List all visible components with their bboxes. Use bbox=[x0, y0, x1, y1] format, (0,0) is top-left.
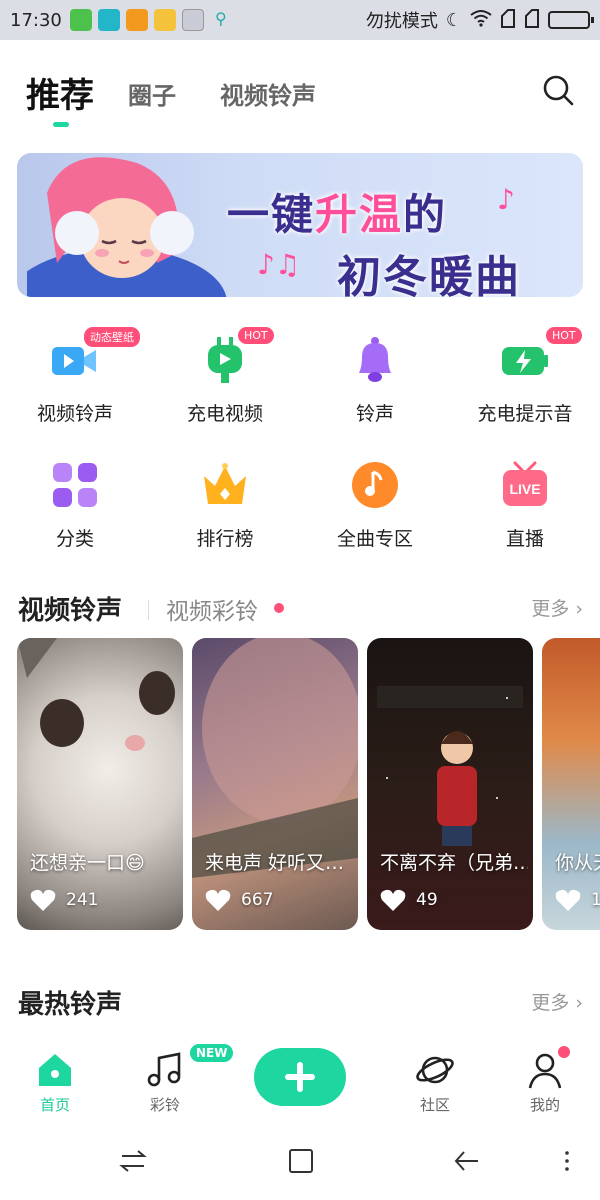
search-icon[interactable] bbox=[540, 72, 576, 108]
dnd-label: 勿扰模式 bbox=[365, 11, 438, 32]
new-badge: NEW bbox=[190, 1044, 234, 1062]
portrait-thumbnail bbox=[192, 638, 358, 878]
heart-icon[interactable] bbox=[380, 888, 406, 912]
battery-bolt-icon bbox=[500, 335, 550, 385]
heart-icon[interactable] bbox=[555, 888, 581, 912]
app-notification-icon bbox=[69, 9, 92, 31]
grid-item-video-ringtone[interactable]: 动态壁纸 视频铃声 bbox=[0, 327, 150, 426]
signal-icon bbox=[500, 8, 516, 33]
grid-item-label: 直播 bbox=[505, 528, 544, 550]
wifi-icon bbox=[470, 9, 492, 32]
video-card-title: 还想亲一口😄 bbox=[30, 852, 145, 874]
banner-headline: 一键升温的 bbox=[227, 190, 448, 239]
tab-circle[interactable]: 圈子 bbox=[128, 76, 176, 111]
grid-item-category[interactable]: 分类 bbox=[0, 460, 150, 551]
grid-item-label: 全曲专区 bbox=[336, 528, 413, 550]
music-note-icon: ♪♫ bbox=[257, 248, 300, 281]
top-navigation: 推荐 圈子 视频铃声 bbox=[0, 60, 600, 130]
banner-illustration bbox=[17, 153, 227, 297]
music-disc-icon bbox=[350, 460, 400, 510]
folder-icon bbox=[153, 9, 176, 31]
grid-item-label: 充电提示音 bbox=[477, 403, 573, 425]
home-square-icon[interactable] bbox=[286, 1146, 316, 1176]
video-ringtone-header: 视频铃声 视频彩铃 更多 › bbox=[18, 590, 583, 630]
grid-item-label: 铃声 bbox=[355, 403, 394, 425]
menu-dots-icon[interactable] bbox=[555, 1146, 585, 1176]
grid-item-full-song[interactable]: 全曲专区 bbox=[300, 460, 450, 551]
video-card[interactable]: 你从天… 1… bbox=[542, 638, 600, 930]
like-count: 1… bbox=[555, 888, 600, 912]
video-card[interactable]: 来电声 好听又… 667 bbox=[192, 638, 358, 930]
section-title[interactable]: 视频铃声 bbox=[18, 590, 122, 627]
section-title: 最热铃声 bbox=[18, 990, 123, 1020]
like-count: 667 bbox=[205, 888, 273, 912]
music-note-icon bbox=[145, 1050, 185, 1090]
system-navigation-bar bbox=[0, 1130, 600, 1200]
tab-video-ringtone[interactable]: 视频铃声 bbox=[220, 76, 316, 111]
grid-item-ringtone[interactable]: 铃声 bbox=[300, 335, 450, 426]
battery-icon bbox=[548, 11, 594, 29]
switch-icon[interactable] bbox=[118, 1146, 148, 1176]
usb-icon: ⚲ bbox=[215, 9, 227, 28]
section-divider bbox=[148, 600, 149, 620]
more-link[interactable]: 更多 › bbox=[531, 594, 583, 621]
video-card[interactable]: 还想亲一口😄 241 bbox=[17, 638, 183, 930]
hot-ringtone-header: 最热铃声 更多 › bbox=[18, 984, 583, 1024]
grid-item-label: 视频铃声 bbox=[36, 403, 113, 425]
moon-icon: ☾ bbox=[445, 9, 462, 31]
notification-dot bbox=[558, 1046, 570, 1058]
nav-community[interactable]: 社区 bbox=[395, 1050, 475, 1115]
heart-icon[interactable] bbox=[30, 888, 56, 912]
promo-banner[interactable]: 一键升温的 ♪ ♪♫ 初冬暖曲 bbox=[17, 153, 583, 297]
grid-item-label: 分类 bbox=[55, 528, 94, 550]
video-card-title: 来电声 好听又… bbox=[205, 852, 345, 874]
dynamic-wallpaper-badge: 动态壁纸 bbox=[84, 327, 140, 347]
video-card-title: 不离不弃（兄弟… bbox=[380, 852, 528, 874]
grid-item-charging-video[interactable]: HOT 充电视频 bbox=[150, 327, 300, 426]
cat-thumbnail bbox=[17, 638, 175, 751]
video-card-list: 还想亲一口😄 241 来电声 好听又… 667 不离不弃（兄弟… 49 你从 1 bbox=[17, 638, 600, 930]
hot-badge: HOT bbox=[238, 327, 274, 344]
tab-recommend[interactable]: 推荐 bbox=[26, 68, 94, 117]
bottom-navigation: 首页 彩铃 NEW 社区 我的 bbox=[0, 1040, 600, 1130]
status-bar: 17:30 ⚲ 勿扰模式 ☾ bbox=[0, 0, 600, 40]
new-dot bbox=[274, 603, 284, 613]
crown-icon bbox=[200, 460, 250, 510]
bell-icon bbox=[350, 335, 400, 385]
grid-item-label: 排行榜 bbox=[196, 528, 254, 550]
heart-icon[interactable] bbox=[205, 888, 231, 912]
nav-mine[interactable]: 我的 bbox=[505, 1050, 585, 1115]
planet-icon bbox=[415, 1050, 455, 1090]
back-icon[interactable] bbox=[452, 1146, 482, 1176]
add-button[interactable] bbox=[254, 1048, 346, 1106]
video-card[interactable]: 不离不弃（兄弟… 49 bbox=[367, 638, 533, 930]
plus-icon bbox=[285, 1062, 315, 1092]
status-time: 17:30 bbox=[10, 9, 62, 31]
grid-item-ranking[interactable]: 排行榜 bbox=[150, 460, 300, 551]
live-tv-icon: LIVE bbox=[500, 460, 550, 510]
video-color-ring-tab[interactable]: 视频彩铃 bbox=[166, 592, 258, 626]
like-count: 241 bbox=[30, 888, 98, 912]
grid-item-label: 充电视频 bbox=[186, 403, 263, 425]
more-link[interactable]: 更多 › bbox=[531, 988, 583, 1015]
svg-text:LIVE: LIVE bbox=[509, 481, 540, 497]
hot-badge: HOT bbox=[546, 327, 582, 344]
like-count: 49 bbox=[380, 888, 438, 912]
cleaner-icon bbox=[181, 9, 204, 31]
banner-subheadline: 初冬暖曲 bbox=[337, 252, 521, 297]
nav-home[interactable]: 首页 bbox=[15, 1050, 95, 1115]
grid-item-charge-tone[interactable]: HOT 充电提示音 bbox=[450, 327, 600, 426]
cartoon-thumbnail bbox=[377, 686, 523, 846]
signal-icon bbox=[524, 8, 540, 33]
app-notification-icon bbox=[97, 9, 120, 31]
category-grid-icon bbox=[50, 460, 100, 510]
warning-icon bbox=[125, 9, 148, 31]
home-icon bbox=[35, 1050, 75, 1090]
active-tab-indicator bbox=[53, 122, 69, 127]
grid-item-live[interactable]: LIVE 直播 bbox=[450, 460, 600, 551]
music-note-icon: ♪ bbox=[497, 183, 515, 216]
video-card-title: 你从天… bbox=[555, 852, 600, 874]
